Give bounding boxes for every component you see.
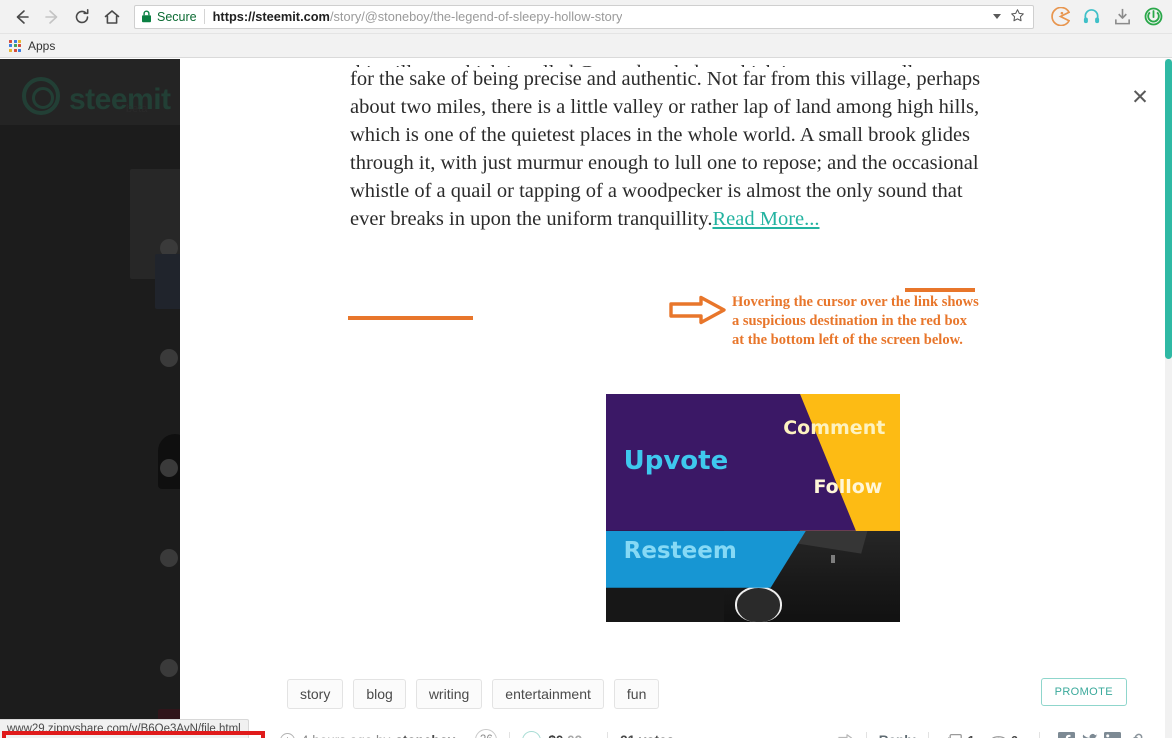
tag-item[interactable]: entertainment [492, 679, 604, 709]
modal-scrollbar-track[interactable] [1165, 59, 1172, 738]
page-viewport: steemit beta ✕ this village, which is ca… [0, 59, 1172, 738]
annotation-line-3: at the bottom left of the screen below. [732, 332, 963, 348]
reputation-badge: 26 [475, 729, 498, 738]
apps-grid-icon[interactable] [9, 39, 21, 52]
avatar [160, 659, 178, 677]
annotation-text: Hovering the cursor over the link shows … [732, 293, 979, 350]
url-path: /story/@stoneboy/the-legend-of-sleepy-ho… [329, 9, 623, 24]
meta-divider [927, 731, 929, 738]
meta-divider [1039, 731, 1040, 738]
link-chain-icon[interactable] [1127, 732, 1144, 738]
twitter-icon[interactable] [1081, 732, 1098, 738]
browser-window: Secure https://steemit.com/story/@stoneb… [0, 0, 1172, 738]
upvote-chevron-icon [531, 737, 533, 738]
annotation-line-1: Hovering the cursor over the link shows [732, 294, 979, 310]
article-body: this village, which is called Greensburg… [350, 59, 995, 233]
post-image-label-follow: Follow [813, 476, 883, 499]
pacman-extension-icon[interactable] [1050, 6, 1071, 27]
steemit-logo-text: steemit [69, 83, 171, 116]
url-domain: https://steemit.com [212, 9, 330, 24]
meta-divider [509, 731, 511, 738]
votes-count-label[interactable]: 21 votes [620, 733, 674, 738]
promote-button[interactable]: PROMOTE [1040, 678, 1127, 706]
right-arrow-annotation-icon [668, 295, 728, 330]
home-icon [104, 9, 120, 24]
tag-item[interactable]: story [287, 679, 344, 709]
tag-list: story blog writing entertainment fun [287, 679, 660, 709]
post-image-label-upvote: Upvote [623, 446, 729, 477]
upvote-button[interactable] [522, 730, 542, 738]
bookmarks-bar: Apps [0, 34, 1172, 58]
payout-dollars: $0. [548, 733, 567, 738]
omnibox-divider [203, 9, 205, 24]
back-arrow-icon [16, 9, 29, 24]
highlight-underline-read [905, 288, 975, 292]
eye-icon [990, 732, 1007, 738]
power-extension-icon[interactable] [1143, 6, 1164, 27]
secure-label: Secure [157, 9, 197, 24]
steemit-logo: steemit [22, 77, 171, 115]
extension-icons [1050, 6, 1164, 27]
steemit-logo-mark [22, 77, 60, 115]
forward-button[interactable] [38, 3, 66, 31]
home-button[interactable] [98, 3, 126, 31]
browser-toolbar: Secure https://steemit.com/story/@stoneb… [0, 0, 1172, 34]
reload-button[interactable] [68, 3, 96, 31]
modal-scroll-area: ✕ this village, which is called Greensbu… [180, 59, 1172, 738]
steemit-beta-label: beta [126, 103, 148, 115]
forward-arrow-icon [45, 9, 58, 24]
facebook-icon[interactable] [1058, 731, 1075, 738]
omnibox-right-controls [993, 8, 1027, 26]
apps-bookmark-label[interactable]: Apps [28, 39, 55, 53]
comment-bubble-icon[interactable] [947, 732, 964, 738]
meta-divider [865, 731, 867, 738]
close-icon[interactable]: ✕ [1128, 85, 1152, 109]
highlight-underline-more [348, 316, 473, 320]
lock-icon [141, 10, 152, 23]
avatar [160, 349, 178, 367]
reload-icon [75, 8, 89, 23]
modal-scrollbar-thumb[interactable] [1165, 59, 1172, 359]
payout-cents: 02 [567, 733, 582, 738]
clock-icon [280, 732, 295, 738]
reply-button[interactable]: Reply [879, 733, 916, 738]
download-extension-icon[interactable] [1112, 6, 1133, 27]
post-meta-row: 4 hours ago by stoneboy 26 $0.02 21 vote… [280, 727, 1144, 738]
linkedin-icon[interactable] [1104, 731, 1121, 738]
post-author-link[interactable]: stoneboy [395, 733, 455, 738]
post-time-label: 4 hours ago by [301, 733, 390, 738]
resteem-icon[interactable] [837, 732, 854, 738]
address-bar[interactable]: Secure https://steemit.com/story/@stoneb… [134, 4, 1034, 29]
bookmark-star-icon[interactable] [1010, 8, 1025, 26]
post-image: Upvote Comment Follow Resteem [606, 394, 900, 622]
annotation-line-2: a suspicious destination in the red box [732, 313, 968, 329]
back-button[interactable] [8, 3, 36, 31]
meta-divider [607, 731, 609, 738]
tag-item[interactable]: fun [613, 679, 660, 709]
post-image-label-resteem: Resteem [623, 537, 737, 564]
comment-count: 1 [968, 733, 975, 738]
payout-value[interactable]: $0.02 [548, 733, 582, 738]
avatar [160, 459, 178, 477]
read-more-link[interactable]: Read More... [712, 208, 819, 230]
views-count: 6 [1011, 733, 1018, 738]
article-paragraph: for the sake of being precise and authen… [350, 65, 995, 233]
post-actions: Reply 1 [831, 731, 1144, 738]
post-modal: ✕ this village, which is called Greensbu… [180, 59, 1172, 738]
tag-item[interactable]: blog [353, 679, 406, 709]
red-highlight-box [2, 731, 265, 738]
avatar [160, 549, 178, 567]
article-paragraph-text: for the sake of being precise and authen… [350, 68, 981, 230]
tag-item[interactable]: writing [415, 679, 483, 709]
post-image-label-comment: Comment [783, 416, 886, 439]
url-text: https://steemit.com/story/@stoneboy/the-… [213, 9, 623, 24]
post-image-dot-shape [831, 554, 836, 563]
chevron-down-icon[interactable] [993, 14, 1001, 19]
headphones-extension-icon[interactable] [1081, 6, 1102, 27]
post-image-cup-shape [735, 585, 783, 622]
